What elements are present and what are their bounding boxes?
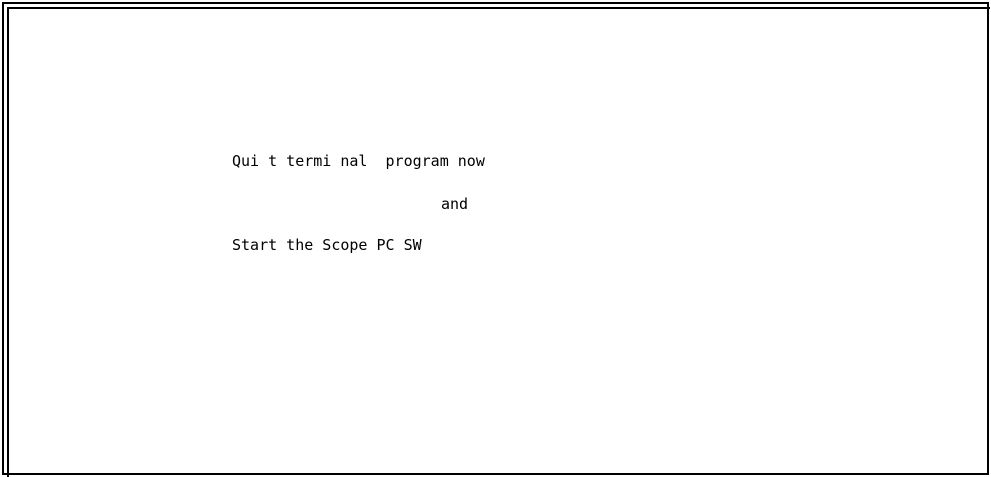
message-line-and: and [441, 195, 469, 213]
message-line-start: Start the Scope PC SW [232, 236, 422, 254]
message-line-quit: Qui t termi nal program now [232, 152, 485, 170]
terminal-screen: Qui t termi nal program now and Start th… [0, 0, 991, 477]
inner-border [7, 7, 990, 477]
